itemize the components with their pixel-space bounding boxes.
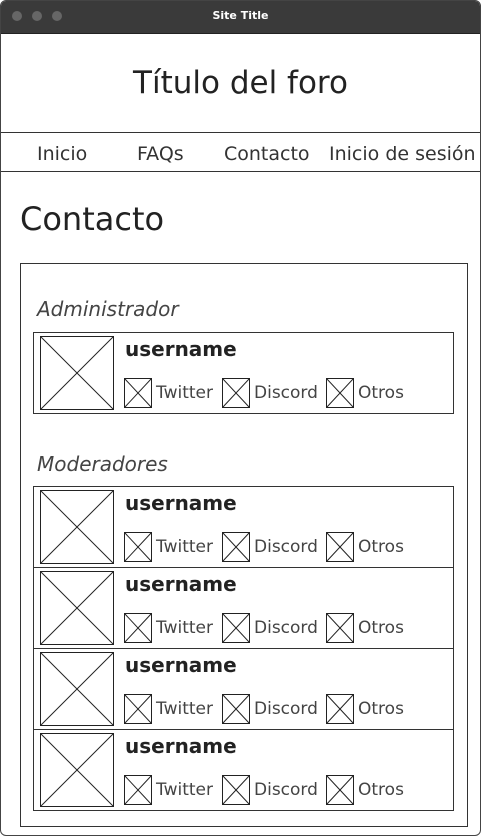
- window-title: Site Title: [212, 9, 269, 22]
- username: username: [125, 337, 237, 361]
- twitter-link[interactable]: Twitter: [124, 694, 213, 724]
- username: username: [125, 734, 237, 758]
- otros-placeholder-icon: [326, 775, 354, 805]
- twitter-placeholder-icon: [124, 613, 152, 643]
- twitter-link[interactable]: Twitter: [124, 775, 213, 805]
- discord-placeholder-icon: [222, 613, 250, 643]
- discord-label: Discord: [254, 699, 318, 719]
- site-header: Título del foro: [1, 34, 480, 133]
- otros-link[interactable]: Otros: [326, 613, 404, 643]
- page-title: Contacto: [20, 200, 165, 238]
- window-titlebar: Site Title: [1, 1, 480, 34]
- forum-title: Título del foro: [133, 65, 348, 101]
- discord-link[interactable]: Discord: [222, 775, 318, 805]
- avatar-placeholder-icon: [40, 652, 114, 726]
- twitter-label: Twitter: [156, 537, 213, 557]
- discord-placeholder-icon: [222, 378, 250, 408]
- discord-link[interactable]: Discord: [222, 378, 318, 408]
- contact-panel: Administrador username Twitter Discord Otro…: [20, 263, 468, 827]
- otros-link[interactable]: Otros: [326, 775, 404, 805]
- otros-label: Otros: [358, 699, 404, 719]
- main-nav: Inicio FAQs Contacto Inicio de sesión: [1, 133, 480, 172]
- otros-placeholder-icon: [326, 378, 354, 408]
- moderator-card: username Twitter Discord Otros: [33, 567, 454, 649]
- username: username: [125, 491, 237, 515]
- section-label-administrador: Administrador: [37, 297, 179, 321]
- nav-item-inicio-de-sesion[interactable]: Inicio de sesión: [329, 143, 476, 165]
- otros-placeholder-icon: [326, 613, 354, 643]
- twitter-link[interactable]: Twitter: [124, 378, 213, 408]
- otros-label: Otros: [358, 618, 404, 638]
- browser-window: Site Title Título del foro Inicio FAQs C…: [0, 0, 481, 836]
- twitter-placeholder-icon: [124, 775, 152, 805]
- moderator-card: username Twitter Discord Otros: [33, 729, 454, 811]
- moderator-card: username Twitter Discord Otros: [33, 486, 454, 568]
- twitter-placeholder-icon: [124, 694, 152, 724]
- avatar-placeholder-icon: [40, 490, 114, 564]
- discord-link[interactable]: Discord: [222, 613, 318, 643]
- avatar-placeholder-icon: [40, 571, 114, 645]
- discord-label: Discord: [254, 383, 318, 403]
- moderator-card: username Twitter Discord Otros: [33, 648, 454, 730]
- otros-link[interactable]: Otros: [326, 378, 404, 408]
- otros-label: Otros: [358, 780, 404, 800]
- section-label-moderadores: Moderadores: [37, 452, 168, 476]
- discord-link[interactable]: Discord: [222, 694, 318, 724]
- username: username: [125, 653, 237, 677]
- discord-placeholder-icon: [222, 694, 250, 724]
- otros-link[interactable]: Otros: [326, 694, 404, 724]
- twitter-link[interactable]: Twitter: [124, 532, 213, 562]
- otros-link[interactable]: Otros: [326, 532, 404, 562]
- twitter-label: Twitter: [156, 699, 213, 719]
- otros-label: Otros: [358, 537, 404, 557]
- otros-label: Otros: [358, 383, 404, 403]
- twitter-placeholder-icon: [124, 532, 152, 562]
- nav-item-faqs[interactable]: FAQs: [137, 143, 184, 165]
- discord-label: Discord: [254, 780, 318, 800]
- avatar-placeholder-icon: [40, 733, 114, 807]
- discord-placeholder-icon: [222, 775, 250, 805]
- discord-label: Discord: [254, 618, 318, 638]
- twitter-label: Twitter: [156, 618, 213, 638]
- admin-card: username Twitter Discord Otros: [33, 332, 454, 414]
- username: username: [125, 572, 237, 596]
- nav-item-inicio[interactable]: Inicio: [37, 143, 87, 165]
- twitter-link[interactable]: Twitter: [124, 613, 213, 643]
- avatar-placeholder-icon: [40, 336, 114, 410]
- otros-placeholder-icon: [326, 532, 354, 562]
- otros-placeholder-icon: [326, 694, 354, 724]
- discord-link[interactable]: Discord: [222, 532, 318, 562]
- twitter-placeholder-icon: [124, 378, 152, 408]
- twitter-label: Twitter: [156, 383, 213, 403]
- twitter-label: Twitter: [156, 780, 213, 800]
- discord-placeholder-icon: [222, 532, 250, 562]
- nav-item-contacto[interactable]: Contacto: [224, 143, 310, 165]
- discord-label: Discord: [254, 537, 318, 557]
